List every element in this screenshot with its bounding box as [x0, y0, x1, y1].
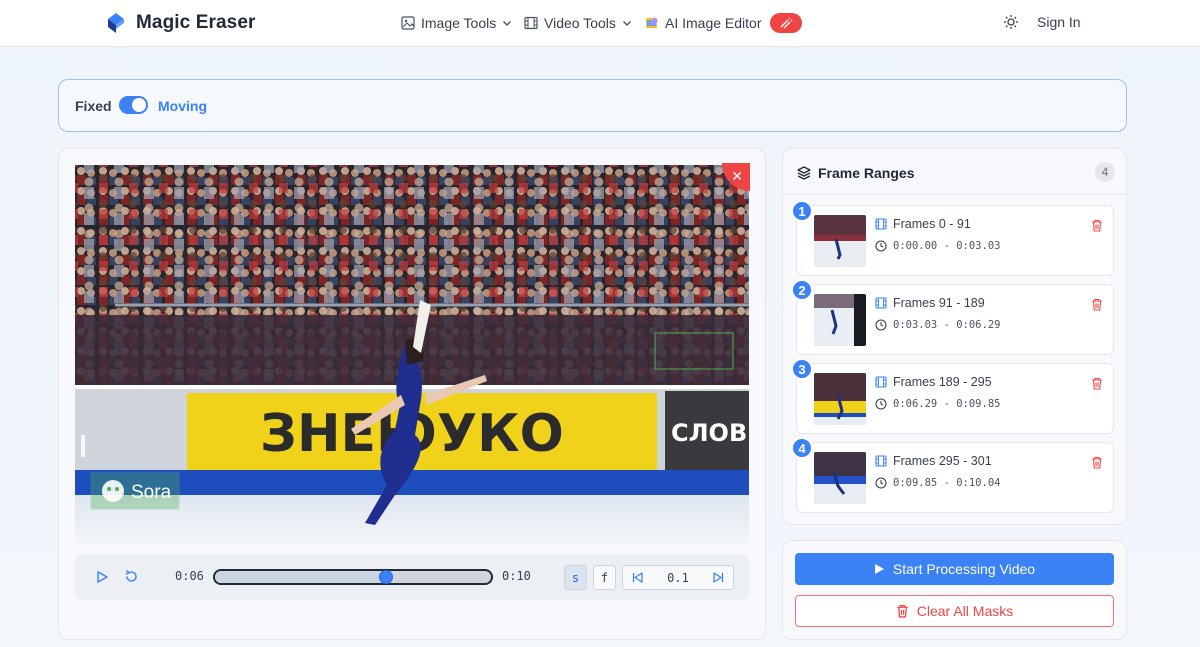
nav-image-tools[interactable]: Image Tools	[401, 12, 512, 34]
logo[interactable]: Magic Eraser	[104, 10, 256, 36]
nav-video-tools[interactable]: Video Tools	[524, 12, 632, 34]
range-card[interactable]: 2 Frames 91 - 189 0:03.03 - 0:06.29	[791, 279, 1114, 355]
trash-icon	[896, 604, 908, 618]
total-time: 0:10	[502, 569, 531, 583]
range-thumbnail	[814, 215, 866, 267]
play-icon[interactable]	[95, 570, 109, 584]
replay-icon[interactable]	[124, 569, 139, 584]
billboard-side-text: СЛОВ	[671, 419, 747, 447]
paint-icon	[646, 17, 658, 28]
range-number: 4	[791, 437, 813, 459]
sparkle-icon	[780, 17, 792, 29]
play-icon	[874, 564, 884, 574]
clear-all-masks-label: Clear All Masks	[916, 603, 1014, 619]
watermark-text: Sora	[131, 482, 172, 503]
range-frames: Frames 0 - 91	[893, 217, 971, 231]
start-processing-button[interactable]: Start Processing Video	[795, 553, 1114, 585]
range-card[interactable]: 4 Frames 295 - 301 0:09.85 - 0:10.04	[791, 437, 1114, 513]
frame-ranges-panel: Frame Ranges 4 1 Frames 0 - 91 0:00.00 -…	[782, 148, 1127, 525]
frame-ranges-header: Frame Ranges 4	[783, 149, 1126, 195]
key-f-button[interactable]: f	[593, 565, 616, 590]
film-icon	[875, 376, 887, 388]
clock-icon	[875, 477, 887, 489]
nav-label: AI Image Editor	[665, 15, 762, 31]
range-frames: Frames 295 - 301	[893, 454, 992, 468]
frame-step-control: 0.1	[622, 565, 734, 590]
range-number: 1	[791, 200, 813, 222]
top-header: Magic Eraser Image Tools Video Tools AI …	[0, 0, 1200, 47]
mode-fixed-label: Fixed	[75, 98, 112, 114]
chevron-down-icon	[503, 21, 512, 26]
video-frame: ЗНЕЮУКО СЛОВ Sora	[75, 165, 749, 545]
mode-moving-label: Moving	[158, 98, 207, 114]
trash-icon[interactable]	[1091, 219, 1103, 232]
range-thumbnail	[814, 373, 866, 425]
frame-ranges-title: Frame Ranges	[818, 165, 915, 181]
nav-label: Video Tools	[544, 15, 616, 31]
layers-icon	[797, 166, 811, 180]
skip-forward-icon[interactable]	[712, 571, 725, 584]
trash-icon[interactable]	[1091, 298, 1103, 311]
step-value: 0.1	[667, 571, 689, 585]
range-card[interactable]: 1 Frames 0 - 91 0:00.00 - 0:03.03	[791, 200, 1114, 276]
film-icon	[524, 16, 538, 30]
film-icon	[875, 297, 887, 309]
theme-toggle-icon[interactable]	[1003, 14, 1019, 30]
video-canvas[interactable]: ЗНЕЮУКО СЛОВ Sora	[75, 165, 749, 545]
range-number: 2	[791, 279, 813, 301]
range-card[interactable]: 3 Frames 189 - 295 0:06.29 - 0:09.85	[791, 358, 1114, 434]
logo-icon	[108, 13, 124, 33]
player-controls: 0:06 0:10 s f 0.1	[75, 554, 749, 600]
logo-text: Magic Eraser	[136, 12, 256, 33]
clock-icon	[875, 398, 887, 410]
key-s-button[interactable]: s	[564, 565, 587, 590]
range-time: 0:03.03 - 0:06.29	[893, 319, 1001, 331]
mode-toggle[interactable]	[119, 96, 148, 114]
video-panel: ЗНЕЮУКО СЛОВ Sora 0:06 0:10 s f	[58, 148, 766, 640]
range-frames: Frames 91 - 189	[893, 296, 985, 310]
toggle-knob	[132, 98, 146, 112]
film-icon	[875, 218, 887, 230]
clock-icon	[875, 319, 887, 331]
film-icon	[875, 455, 887, 467]
range-time: 0:09.85 - 0:10.04	[893, 477, 1001, 489]
range-thumbnail	[814, 452, 866, 504]
range-number: 3	[791, 358, 813, 380]
action-panel: Start Processing Video Clear All Masks	[782, 540, 1127, 640]
mode-bar: Fixed Moving	[58, 79, 1127, 132]
range-time: 0:06.29 - 0:09.85	[893, 398, 1001, 410]
range-thumbnail	[814, 294, 866, 346]
nav-label: Image Tools	[421, 15, 497, 31]
chevron-down-icon	[622, 21, 631, 26]
skip-back-icon[interactable]	[631, 571, 644, 584]
progress-thumb[interactable]	[379, 570, 394, 584]
new-badge	[769, 13, 802, 33]
clear-all-masks-button[interactable]: Clear All Masks	[795, 595, 1114, 627]
start-processing-label: Start Processing Video	[892, 561, 1036, 577]
range-time: 0:00.00 - 0:03.03	[893, 240, 1001, 252]
close-icon: ✕	[731, 168, 743, 184]
image-icon	[401, 16, 415, 30]
progress-bar[interactable]	[213, 569, 493, 585]
range-frames: Frames 189 - 295	[893, 375, 992, 389]
trash-icon[interactable]	[1091, 377, 1103, 390]
trash-icon[interactable]	[1091, 456, 1103, 469]
nav-ai-image-editor[interactable]: AI Image Editor	[645, 12, 802, 34]
progress-fill	[215, 571, 387, 583]
range-count-badge: 4	[1095, 162, 1115, 182]
clock-icon	[875, 240, 887, 252]
sign-in-link[interactable]: Sign In	[1037, 14, 1081, 30]
current-time: 0:06	[175, 569, 204, 583]
